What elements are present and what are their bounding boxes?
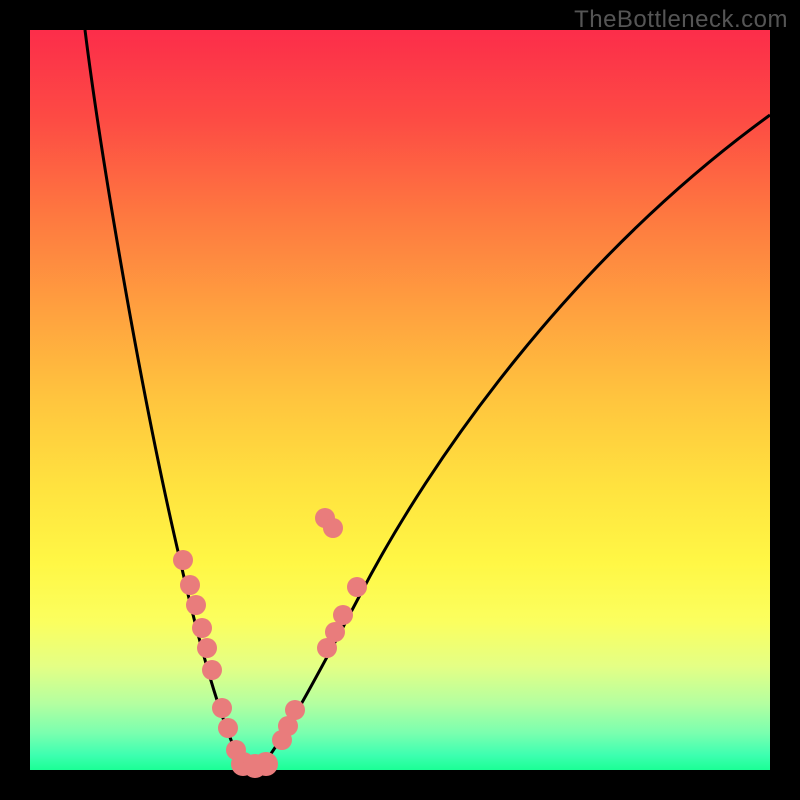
curve-dot <box>347 577 367 597</box>
curve-dot <box>192 618 212 638</box>
curve-dot <box>180 575 200 595</box>
curve-dot <box>212 698 232 718</box>
right-curve <box>260 115 770 768</box>
watermark-text: TheBottleneck.com <box>574 6 788 34</box>
curve-dot <box>202 660 222 680</box>
curve-dot <box>325 622 345 642</box>
curve-dot <box>333 605 353 625</box>
curve-dot <box>254 752 278 776</box>
curve-dot <box>186 595 206 615</box>
curve-svg <box>30 30 770 770</box>
curve-dot <box>323 518 343 538</box>
curve-dot <box>218 718 238 738</box>
plot-area <box>30 30 770 770</box>
curve-dot <box>173 550 193 570</box>
curve-dot <box>285 700 305 720</box>
curve-dot <box>197 638 217 658</box>
left-curve <box>85 30 243 768</box>
